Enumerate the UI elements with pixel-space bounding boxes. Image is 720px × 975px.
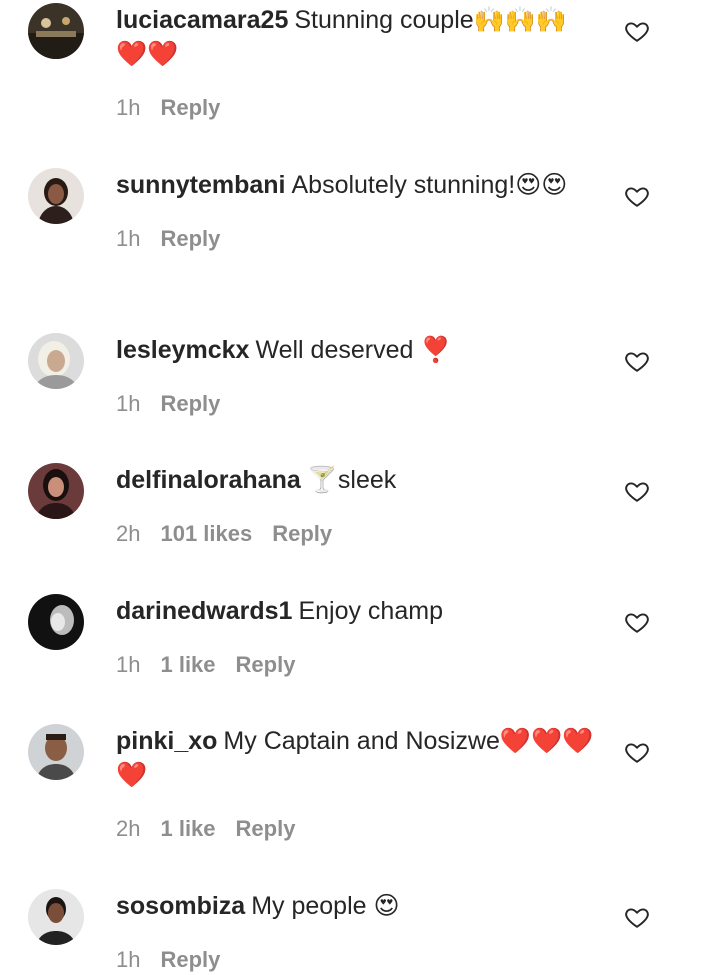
comment-username[interactable]: luciacamara25 [116,6,288,34]
comment-text: My people 😍 [251,892,400,920]
heart-outline-icon[interactable] [624,739,650,765]
comment-username[interactable]: sosombiza [116,892,245,920]
reply-button[interactable]: Reply [236,816,296,841]
reply-button[interactable]: Reply [236,652,296,677]
comment-text: Well deserved ❣️ [255,336,452,364]
comment-time: 1h [116,391,141,416]
comment-time: 1h [116,95,141,120]
comment-body: luciacamara25 Stunning couple🙌🙌🙌❤️❤️ 1h Re… [116,3,596,123]
comment-text-line: luciacamara25 Stunning couple🙌🙌🙌❤️❤️ [116,3,596,71]
avatar[interactable] [28,889,84,945]
heart-outline-icon[interactable] [624,478,650,504]
avatar[interactable] [28,724,84,780]
comment-meta: 1h Reply [116,945,596,975]
comment-time: 1h [116,947,141,972]
comment-time: 2h [116,521,141,546]
comments-list: luciacamara25 Stunning couple🙌🙌🙌❤️❤️ 1h Re… [0,0,720,972]
avatar[interactable] [28,463,84,519]
heart-outline-icon[interactable] [624,183,650,209]
heart-outline-icon[interactable] [624,904,650,930]
avatar[interactable] [28,3,84,59]
likes-count[interactable]: 101 likes [160,521,252,546]
comment-username[interactable]: pinki_xo [116,727,217,755]
comment-meta: 1h 1 like Reply [116,650,596,680]
comment-meta: 1h Reply [116,93,596,123]
comment-text-line: delfinalorahana 🍸sleek [116,463,596,497]
comment-text-line: sunnytembani Absolutely stunning!😍😍 [116,168,596,202]
likes-count[interactable]: 1 like [160,816,215,841]
heart-outline-icon[interactable] [624,609,650,635]
comment-body: sunnytembani Absolutely stunning!😍😍 1h Rep… [116,168,596,254]
comment-meta: 1h Reply [116,389,596,419]
comment-meta: 2h 1 like Reply [116,814,596,844]
comment-meta: 1h Reply [116,224,596,254]
comment-text-line: sosombiza My people 😍 [116,889,596,923]
comment-body: delfinalorahana 🍸sleek 2h 101 likes Reply [116,463,596,549]
heart-outline-icon[interactable] [624,348,650,374]
comment-time: 2h [116,816,141,841]
comment-time: 1h [116,652,141,677]
comment-username[interactable]: darinedwards1 [116,597,292,625]
reply-button[interactable]: Reply [160,95,220,120]
comment-text: Absolutely stunning!😍😍 [291,171,568,199]
comment-text-line: darinedwards1 Enjoy champ [116,594,596,628]
comment-time: 1h [116,226,141,251]
avatar[interactable] [28,333,84,389]
comment-text: Enjoy champ [298,597,443,625]
comment-text-line: pinki_xo My Captain and Nosizwe❤️❤️❤️❤️ [116,724,596,792]
reply-button[interactable]: Reply [160,226,220,251]
comment-body: pinki_xo My Captain and Nosizwe❤️❤️❤️❤️ 2… [116,724,596,844]
comment-username[interactable]: sunnytembani [116,171,285,199]
comment-meta: 2h 101 likes Reply [116,519,596,549]
comment-body: sosombiza My people 😍 1h Reply [116,889,596,975]
heart-outline-icon[interactable] [624,18,650,44]
comment-text-line: lesleymckx Well deserved ❣️ [116,333,596,367]
comment-text: 🍸sleek [306,466,397,494]
comment-body: darinedwards1 Enjoy champ 1h 1 like Reply [116,594,596,680]
comment-username[interactable]: lesleymckx [116,336,249,364]
reply-button[interactable]: Reply [160,947,220,972]
avatar[interactable] [28,168,84,224]
avatar[interactable] [28,594,84,650]
reply-button[interactable]: Reply [272,521,332,546]
comment-body: lesleymckx Well deserved ❣️ 1h Reply [116,333,596,419]
comment-username[interactable]: delfinalorahana [116,466,301,494]
likes-count[interactable]: 1 like [160,652,215,677]
reply-button[interactable]: Reply [160,391,220,416]
